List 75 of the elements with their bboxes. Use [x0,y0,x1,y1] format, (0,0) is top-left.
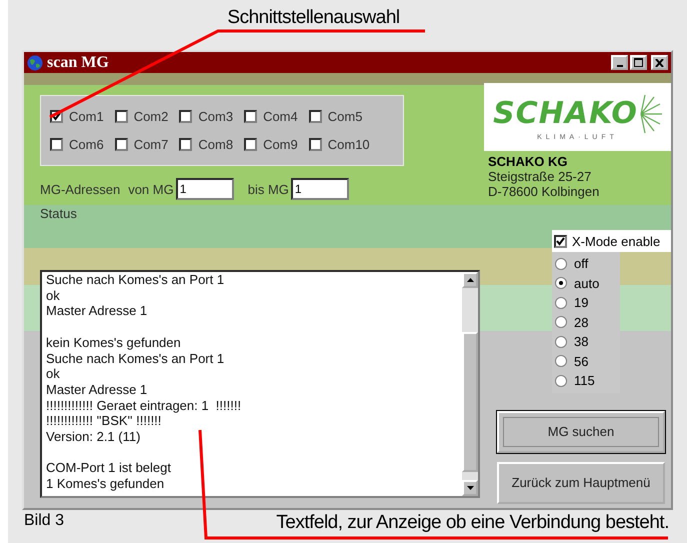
scrollbar[interactable] [462,272,478,496]
log-line: COM-Port 1 ist belegt [46,460,172,476]
push-button[interactable]: MG suchen [497,410,665,452]
checkbox[interactable] [308,138,322,151]
scroll-down-icon[interactable] [462,480,478,496]
radio-button[interactable] [555,374,567,387]
checkbox[interactable] [114,110,128,123]
address-label: MG-Adressen [40,182,120,196]
port-label[interactable]: Com3 [198,109,234,124]
mode-label[interactable]: 38 [574,334,588,350]
port-label[interactable]: Com8 [198,137,234,152]
annotation-label: Textfeld, zur Anzeige ob eine Verbindung besteht. [276,512,669,534]
radio-button[interactable] [555,277,567,290]
to-input-field[interactable]: 1 [290,178,349,200]
port-label[interactable]: Com5 [328,109,362,124]
mode-label[interactable]: 19 [574,295,588,310]
checkbox[interactable] [114,138,128,151]
globe-icon [27,54,43,70]
mode-label[interactable]: 115 [574,373,595,388]
log-line: Suche nach Komes's an Port 1 [46,272,226,288]
checkbox[interactable] [554,234,567,248]
figure-caption: Bild 3 [24,512,64,531]
checkbox[interactable] [244,138,258,151]
log-line: 1 Komes's gefunden [46,476,166,492]
mode-label[interactable]: 28 [574,314,588,330]
from-label: von MG [128,182,174,196]
close-icon [655,58,664,66]
close-button[interactable] [651,55,668,70]
port-label[interactable]: Com7 [134,137,168,152]
log-line: Master Adresse 1 [46,303,148,320]
checkbox[interactable] [179,138,192,151]
company-city: D-78600 Kolbingen [488,184,600,199]
log-line: ok [46,366,61,382]
port-label[interactable]: Com9 [263,137,298,152]
log-line: Version: 2.1 (11) [46,429,142,445]
from-input-field[interactable]: 1 [176,178,234,200]
mode-label[interactable]: auto [574,276,600,291]
checkbox[interactable] [179,110,192,123]
status-label: Status [40,206,77,221]
log-line: Suche nach Komes's an Port 1 [46,350,226,366]
port-label[interactable]: Com10 [328,137,370,152]
radio-button[interactable] [555,336,567,348]
checkbox[interactable] [244,110,258,123]
checkbox[interactable] [50,138,63,151]
radio-button[interactable] [555,296,567,309]
minimize-icon [616,64,622,66]
port-label[interactable]: Com2 [134,109,168,124]
minimize-button[interactable] [611,55,628,70]
port-label[interactable]: Com6 [69,137,104,152]
log-line: !!!!!!!!!!!!! ''BSK'' !!!!!!! [46,413,162,430]
company-name: SCHAKO KG [488,154,568,169]
mode-label[interactable]: off [574,256,588,272]
mode-label[interactable]: 56 [574,354,588,369]
log-line: kein Komes's gefunden [46,334,182,350]
annotation-label: Schnittstellenauswahl [227,7,400,30]
log-text-area[interactable] [40,270,480,498]
radio-button[interactable] [555,355,567,368]
scroll-up-icon[interactable] [462,272,478,288]
port-label[interactable]: Com4 [263,109,298,124]
maximize-button[interactable] [630,55,647,70]
radio-button[interactable] [555,316,567,328]
company-street: Steigstraße 25-27 [488,169,592,184]
log-line: !!!!!!!!!!!!! Geraet eintragen: 1 !!!!!!! [46,398,242,414]
log-line: Master Adresse 1 [46,382,148,398]
sunburst-icon [640,94,662,134]
window-title: scan MG [47,54,109,72]
push-button[interactable]: Zurück zum Hauptmenü [497,462,665,504]
checkbox[interactable] [308,110,322,123]
scrollbar-thumb[interactable] [462,332,478,472]
maximize-icon [634,58,643,67]
logo-wordmark: SCHAKO [493,96,638,131]
port-label[interactable]: Com1 [69,109,104,124]
to-label: bis MG [248,182,289,196]
radio-button[interactable] [555,258,567,270]
log-line: ok [46,288,61,304]
